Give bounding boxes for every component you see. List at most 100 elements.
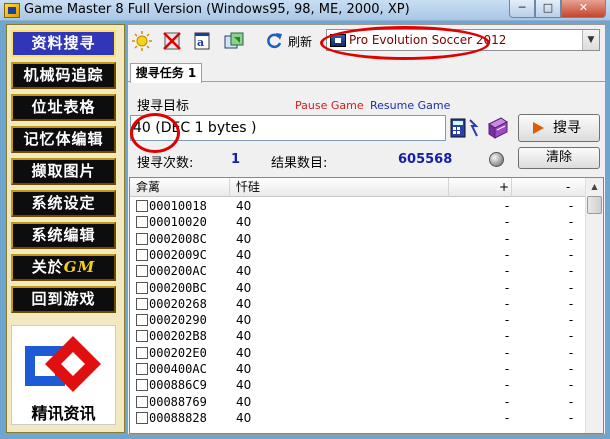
row-minus-cell: - [568,362,574,376]
row-checkbox[interactable] [136,200,148,212]
table-row[interactable]: 00088828 40 - - [130,410,585,426]
row-plus-cell: - [504,199,510,213]
notepad-icon[interactable]: a [192,31,212,51]
sidebar-item-system-settings[interactable]: 系统设定 [11,190,116,217]
table-row[interactable]: 000200BC 40 - - [130,280,585,296]
row-checkbox[interactable] [136,297,148,310]
table-row[interactable]: 00010020 40 - - [130,214,585,230]
table-row[interactable]: 00088769 40 - - [130,394,585,410]
row-checkbox[interactable] [136,216,148,229]
maximize-button[interactable]: □ [535,0,561,18]
sidebar-item-about[interactable]: 关於GM [11,254,116,281]
process-icon[interactable] [224,31,244,51]
sidebar-item-system-edit[interactable]: 系统编辑 [11,222,116,249]
refresh-icon[interactable] [264,31,284,51]
resume-game-link[interactable]: Resume Game [370,99,450,112]
row-plus-cell: - [504,378,510,393]
column-header-minus[interactable]: - [512,178,585,197]
row-checkbox[interactable] [136,265,148,278]
search-count-value: 1 [231,152,241,167]
table-row[interactable]: 0002009C 40 - - [130,247,585,263]
row-value: 40 [236,394,252,409]
result-count-label: 结果数目: [271,156,328,171]
row-plus-cell: - [504,410,510,425]
row-value: 40 [236,329,252,344]
table-row[interactable]: 00020290 40 - - [130,312,585,328]
row-checkbox[interactable] [136,314,148,327]
main-panel: a 刷新 Pro Evolution Soccer 2012 ▼ 搜寻任务 1 … [127,24,606,435]
minimize-button[interactable]: ─ [509,0,535,18]
row-minus-cell: - [568,231,574,246]
column-header-value[interactable]: 忏硅 [230,178,449,197]
play-icon [533,122,544,134]
chevron-down-icon[interactable]: ▼ [582,30,599,50]
row-checkbox[interactable] [136,281,148,294]
column-header-address[interactable]: 弇蓠 [130,178,230,197]
row-plus-cell: - [504,362,510,376]
sun-icon[interactable] [132,31,152,51]
scroll-thumb[interactable] [587,196,602,214]
row-value: 40 [236,296,252,311]
table-row[interactable]: 0002008C 40 - - [130,231,585,247]
search-button-label: 搜寻 [553,120,581,136]
row-value: 40 [236,247,252,262]
row-minus-cell: - [568,215,574,230]
row-minus-cell: - [568,410,574,425]
row-value: 40 [236,378,252,393]
row-checkbox[interactable] [136,346,148,359]
table-row[interactable]: 000202B8 40 - - [130,328,585,344]
table-row[interactable]: 00020268 40 - - [130,296,585,312]
calculator-icon[interactable] [450,117,480,139]
row-plus-cell: - [504,231,510,246]
sidebar-item-back-to-game[interactable]: 回到游戏 [11,286,116,313]
row-checkbox[interactable] [136,232,148,245]
sidebar-item-code-trace[interactable]: 机械码追踪 [11,62,116,89]
row-address: 0002008C [149,231,207,246]
row-plus-cell: - [504,280,510,295]
row-checkbox[interactable] [136,248,148,261]
row-checkbox[interactable] [136,363,148,375]
close-button[interactable]: ✕ [561,0,606,18]
row-checkbox[interactable] [136,411,148,424]
table-row[interactable]: 000200AC 40 - - [130,263,585,279]
row-minus-cell: - [568,247,574,262]
sidebar-item-address-table[interactable]: 位址表格 [11,94,116,121]
tab-search-task-1[interactable]: 搜寻任务 1 [130,63,202,83]
app-icon [4,3,20,18]
refresh-label[interactable]: 刷新 [288,33,312,50]
sidebar-item-capture-image[interactable]: 撷取图片 [11,158,116,185]
company-logo: 精讯资讯 [11,325,116,425]
pause-game-link[interactable]: Pause Game [295,99,364,112]
row-checkbox[interactable] [136,379,148,392]
column-header-plus[interactable]: + [449,178,512,197]
clear-button[interactable]: 清除 [518,147,600,169]
annotation-circle-value [130,113,180,153]
row-address: 000202E0 [149,345,207,360]
row-value: 40 [236,362,252,376]
gm-logo-text: GM [63,258,96,276]
sidebar-item-data-search[interactable]: 资料搜寻 [11,30,116,57]
row-minus-cell: - [568,296,574,311]
row-address: 000200BC [149,280,207,295]
scroll-up-icon[interactable]: ▲ [586,178,603,195]
row-checkbox[interactable] [136,330,148,343]
no-entry-icon[interactable] [162,31,182,51]
search-button[interactable]: 搜寻 [518,114,600,142]
table-row[interactable]: 000886C9 40 - - [130,377,585,393]
row-minus-cell: - [568,313,574,328]
vertical-scrollbar[interactable]: ▲ [585,178,603,433]
row-value: 40 [236,199,252,213]
table-row[interactable]: 00010018 40 - - [130,198,585,214]
sidebar-item-memory-edit[interactable]: 记忆体编辑 [11,126,116,153]
row-value: 40 [236,280,252,295]
table-row[interactable]: 000202E0 40 - - [130,345,585,361]
tab-strip: 搜寻任务 1 [128,58,605,83]
row-address: 00088769 [149,394,207,409]
row-minus-cell: - [568,280,574,295]
table-row[interactable]: 000400AC 40 - - [130,361,585,377]
results-list[interactable]: 弇蓠 忏硅 + - 00010018 40- -00010020 40- -000200… [129,177,604,434]
book-icon[interactable] [486,116,510,140]
result-count-value: 605568 [398,152,453,167]
row-checkbox[interactable] [136,395,148,408]
search-count-label: 搜寻次数: [137,156,194,171]
